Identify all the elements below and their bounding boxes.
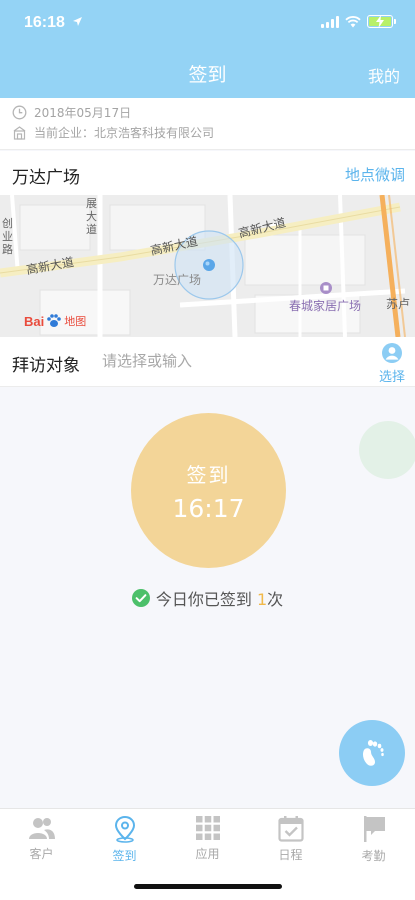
poi-label: 春城家居广场 (289, 299, 362, 313)
location-row: 万达广场 地点微调 (0, 151, 415, 195)
person-icon (382, 343, 402, 363)
tab-apps[interactable]: 应用 (166, 815, 249, 862)
home-indicator (134, 884, 282, 889)
visit-target-label: 拜访对象 (12, 356, 80, 376)
building-icon (13, 125, 26, 140)
today-prefix: 今日你已签到 (155, 590, 252, 609)
wifi-icon (345, 15, 361, 27)
tab-customers[interactable]: 客户 (0, 815, 83, 862)
road-label-chuangye: 创业路 (2, 217, 13, 256)
location-arrow-icon (73, 17, 82, 26)
select-contact-button[interactable]: 选择 (378, 342, 406, 385)
location-name: 万达广场 (12, 168, 80, 188)
tab-checkin-label: 签到 (112, 849, 137, 863)
today-checkin-summary: 今日你已签到 1次 (0, 586, 415, 610)
edge-place-label: 苏卢 (386, 297, 411, 311)
company-row: 当前企业：北京浩客科技有限公司 (12, 124, 214, 141)
flag-icon (363, 816, 385, 842)
current-company: 当前企业：北京浩客科技有限公司 (34, 126, 215, 140)
adjust-location-button[interactable]: 地点微调 (345, 164, 405, 185)
check-circle-icon (131, 589, 150, 607)
paw-icon (47, 314, 62, 327)
status-indicators (321, 15, 396, 28)
checkin-button[interactable]: 签到 16:17 (131, 413, 286, 568)
date-row: 2018年05月17日 (12, 104, 131, 121)
footprint-icon (363, 740, 384, 766)
checkin-time: 16:17 (172, 493, 245, 523)
today-suffix: 次 (267, 590, 284, 609)
visit-target-row: 拜访对象 选择 (0, 337, 415, 387)
status-time: 16:18 (24, 14, 65, 31)
my-profile-link[interactable]: 我的 (368, 63, 400, 87)
tab-schedule-label: 日程 (278, 848, 303, 862)
checkin-date: 2018年05月17日 (34, 106, 132, 120)
visit-target-input[interactable] (102, 349, 362, 373)
status-bar: 16:18 (0, 0, 415, 48)
tab-attendance[interactable]: 考勤 (332, 815, 415, 864)
page-title: 签到 (188, 64, 227, 86)
decorative-bubble (359, 421, 415, 479)
tab-customers-label: 客户 (29, 847, 54, 861)
tab-schedule[interactable]: 日程 (249, 815, 332, 863)
grid-icon (195, 816, 220, 840)
place-label: 万达广场 (153, 273, 202, 287)
tab-apps-label: 应用 (195, 847, 220, 861)
clock-icon (12, 105, 27, 120)
checkin-label: 签到 (186, 462, 231, 487)
baidu-map-logo: Bai 地图 (24, 313, 87, 329)
checkin-info: 2018年05月17日 当前企业：北京浩客科技有限公司 (0, 98, 415, 150)
road-label-zhan: 展大道 (86, 197, 97, 236)
location-pin-icon (114, 815, 135, 843)
cellular-signal-icon (321, 15, 339, 28)
battery-icon (367, 15, 396, 28)
select-label: 选择 (378, 370, 405, 385)
tab-attendance-label: 考勤 (361, 849, 386, 863)
footprint-button[interactable] (339, 720, 405, 786)
today-count: 1 (256, 590, 268, 609)
tab-checkin[interactable]: 签到 (83, 815, 166, 864)
map-view[interactable]: 高新大道 高新大道 高新大道 展大道 创业路 万达广场 春城家居广场 苏卢 Ba… (0, 195, 415, 337)
customers-icon (28, 818, 55, 839)
calendar-check-icon (277, 816, 304, 842)
header-bar: 16:18 签到 我的 (0, 0, 415, 98)
